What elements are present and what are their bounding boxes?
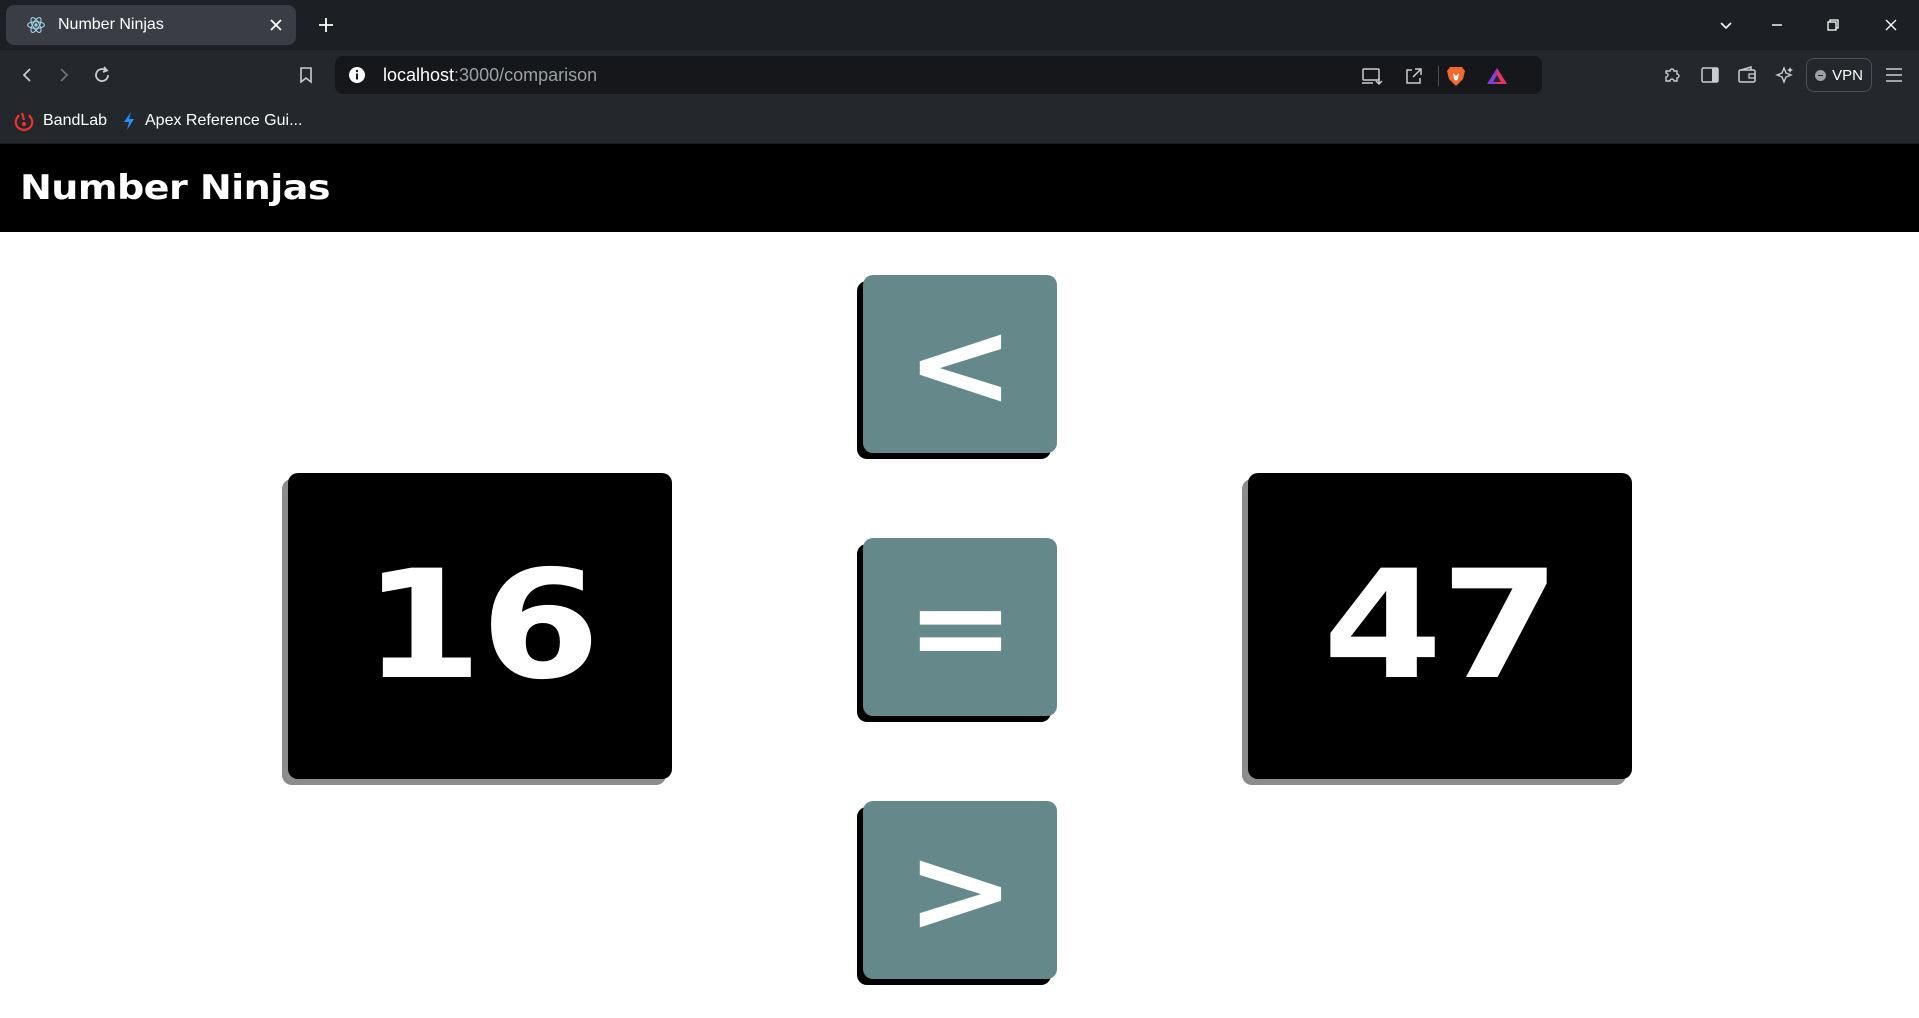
vpn-status-icon — [1815, 69, 1827, 81]
toolbar-divider — [1438, 66, 1439, 86]
greater-than-symbol: > — [905, 821, 1015, 959]
browser-tab-bar: Number Ninjas — [0, 0, 1919, 50]
browser-tab[interactable]: Number Ninjas — [6, 5, 296, 45]
bookmark-label: Apex Reference Gui... — [145, 112, 303, 129]
app-title: Number Ninjas — [20, 168, 331, 208]
tab-list-chevron-icon[interactable] — [1713, 12, 1739, 38]
app-header: Number Ninjas — [0, 144, 1919, 232]
menu-icon[interactable] — [1881, 62, 1907, 88]
right-number: 47 — [1322, 539, 1560, 713]
brave-shields-icon[interactable] — [1445, 65, 1467, 87]
url-text: localhost:3000/comparison — [383, 65, 597, 86]
address-bar[interactable]: localhost:3000/comparison — [335, 56, 1542, 94]
tab-close-icon[interactable] — [266, 15, 286, 35]
less-than-button[interactable]: < — [863, 275, 1057, 453]
browser-toolbar: localhost:3000/comparison VPN — [0, 50, 1919, 100]
tab-title: Number Ninjas — [58, 16, 164, 33]
url-path: :3000/comparison — [454, 64, 598, 85]
forward-icon[interactable] — [51, 62, 77, 88]
vpn-label: VPN — [1832, 66, 1863, 84]
cast-icon[interactable] — [1361, 65, 1383, 87]
bookmark-icon[interactable] — [293, 62, 319, 88]
lightning-icon — [124, 112, 134, 130]
greater-than-button[interactable]: > — [863, 801, 1057, 979]
back-icon[interactable] — [14, 62, 40, 88]
sidebar-icon[interactable] — [1697, 62, 1723, 88]
vpn-button[interactable]: VPN — [1806, 58, 1872, 92]
restore-icon[interactable] — [1820, 12, 1846, 38]
left-number: 16 — [362, 539, 600, 713]
share-icon[interactable] — [1403, 65, 1425, 87]
url-host: localhost — [383, 64, 455, 85]
bookmark-bandlab[interactable]: BandLab — [13, 108, 107, 134]
leo-ai-icon[interactable] — [1772, 62, 1798, 88]
right-number-card: 47 — [1248, 473, 1632, 779]
close-window-icon[interactable] — [1878, 12, 1904, 38]
reload-icon[interactable] — [89, 62, 115, 88]
equal-button[interactable]: = — [863, 538, 1057, 716]
minimize-icon[interactable] — [1764, 12, 1790, 38]
bandlab-icon — [14, 112, 34, 132]
react-icon — [27, 17, 45, 33]
bookmark-apex-reference[interactable]: Apex Reference Gui... — [121, 108, 302, 134]
less-than-symbol: < — [905, 295, 1015, 433]
wallet-icon[interactable] — [1734, 62, 1760, 88]
new-tab-icon[interactable] — [313, 12, 339, 38]
equal-symbol: = — [905, 558, 1015, 696]
left-number-card: 16 — [288, 473, 672, 779]
site-info-icon[interactable] — [347, 65, 367, 85]
bookmarks-bar: BandLab Apex Reference Gui... — [0, 100, 1919, 144]
extensions-icon[interactable] — [1659, 62, 1685, 88]
brave-rewards-icon[interactable] — [1486, 65, 1508, 87]
bookmark-label: BandLab — [43, 112, 108, 129]
